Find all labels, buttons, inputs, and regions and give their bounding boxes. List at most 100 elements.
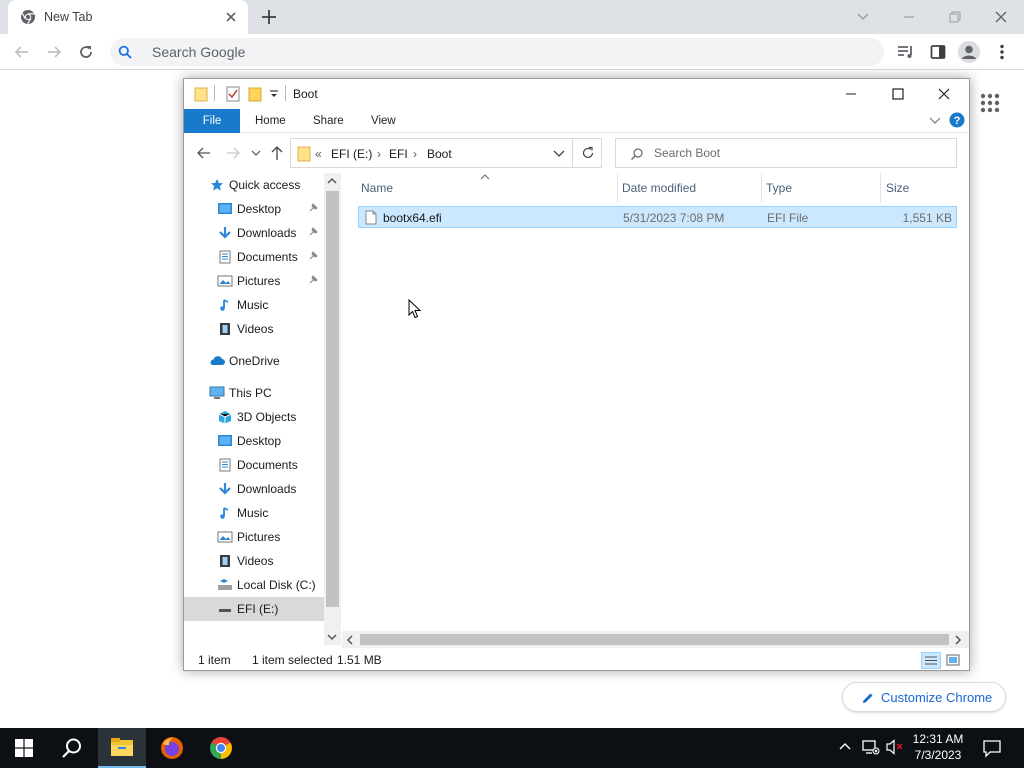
explorer-title-bar: Boot [184,79,969,109]
forward-arrow-icon[interactable] [225,145,241,161]
scroll-left-arrow-icon[interactable] [346,635,354,645]
tab-view[interactable]: View [371,109,396,133]
file-explorer-window: Boot File Home Share View ? « EFI (E:) ›… [183,78,970,671]
search-box[interactable] [615,138,957,168]
nav-qa-documents[interactable]: Documents [184,245,324,269]
pin-icon [308,275,318,285]
taskbar-file-explorer[interactable] [98,728,146,768]
omnibox-input[interactable] [152,43,752,61]
taskbar-clock[interactable]: 12:31 AM 7/3/2023 [906,731,970,763]
details-view-icon[interactable] [921,652,941,669]
close-icon[interactable] [937,87,951,101]
nav-pc-music[interactable]: Music [184,501,324,525]
nav-qa-downloads[interactable]: Downloads [184,221,324,245]
profile-avatar-icon[interactable] [957,40,981,64]
breadcrumb-efi-drive[interactable]: EFI (E:) [331,147,372,161]
nav-qa-desktop[interactable]: Desktop [184,197,324,221]
new-tab-plus-icon[interactable] [260,8,278,26]
start-button[interactable] [0,728,48,768]
tab-home[interactable]: Home [255,109,286,133]
refresh-button[interactable] [572,138,602,168]
search-icon [630,147,644,161]
scroll-right-arrow-icon[interactable] [954,635,962,645]
nav-quick-access[interactable]: Quick access [184,173,324,197]
tab-search-chevron-icon[interactable] [848,6,878,28]
nav-pc-pictures[interactable]: Pictures [184,525,324,549]
firefox-icon [160,736,184,760]
side-panel-icon[interactable] [928,42,948,62]
nav-pc-desktop[interactable]: Desktop [184,429,324,453]
nav-qa-music[interactable]: Music [184,293,324,317]
recent-locations-chevron-icon[interactable] [251,149,261,157]
large-icons-view-icon[interactable] [945,652,961,668]
show-hidden-icons-chevron-icon[interactable] [838,741,852,751]
chrome-menu-icon[interactable] [992,42,1012,62]
nav-qa-videos[interactable]: Videos [184,317,324,341]
help-icon[interactable]: ? [949,112,965,128]
network-icon[interactable] [862,739,880,755]
quick-access-dropdown-icon[interactable] [269,89,279,99]
taskbar-chrome[interactable] [197,728,245,768]
column-divider[interactable] [617,173,618,203]
restore-icon[interactable] [940,6,970,28]
properties-checkbox-icon[interactable] [226,86,240,102]
nav-onedrive[interactable]: OneDrive [184,349,324,373]
breadcrumb-efi[interactable]: EFI [389,147,408,161]
customize-chrome-button[interactable]: Customize Chrome [842,682,1006,712]
breadcrumb-boot[interactable]: Boot [427,147,452,161]
nav-pc-downloads[interactable]: Downloads [184,477,324,501]
column-divider[interactable] [880,173,881,203]
nav-pc-videos[interactable]: Videos [184,549,324,573]
google-apps-grid-icon[interactable] [980,93,1000,113]
back-arrow-icon[interactable] [12,42,32,62]
nav-this-pc[interactable]: This PC [184,381,324,405]
nav-pc-documents[interactable]: Documents [184,453,324,477]
horizontal-scroll-thumb[interactable] [360,634,949,645]
reload-icon[interactable] [76,42,96,62]
pin-icon [308,203,318,213]
file-row[interactable]: bootx64.efi 5/31/2023 7:08 PM EFI File 1… [358,206,957,228]
maximize-icon[interactable] [891,87,905,101]
back-arrow-icon[interactable] [196,145,212,161]
search-input[interactable] [654,145,934,161]
column-header-date-modified[interactable]: Date modified [622,181,696,195]
scroll-up-arrow-icon[interactable] [327,177,337,185]
nav-pc-local-disk[interactable]: Local Disk (C:) [184,573,324,597]
nav-label: This PC [229,386,272,400]
breadcrumb-separator-icon[interactable]: › [413,147,417,161]
notifications-icon[interactable] [982,738,1002,758]
sort-ascending-icon [480,174,490,180]
breadcrumb-overflow[interactable]: « [315,147,322,161]
omnibox[interactable] [110,38,884,66]
nav-pc-efi-drive[interactable]: EFI (E:) [184,597,324,621]
forward-arrow-icon[interactable] [44,42,64,62]
new-folder-icon[interactable] [248,86,262,102]
film-icon [218,322,232,336]
column-header-type[interactable]: Type [766,181,792,195]
expand-ribbon-chevron-icon[interactable] [929,117,941,125]
volume-muted-icon[interactable] [886,739,904,755]
breadcrumb-separator-icon[interactable]: › [377,147,381,161]
chrome-tab-new-tab[interactable]: New Tab [8,0,248,34]
close-window-icon[interactable] [986,6,1016,28]
minimize-icon[interactable] [894,6,924,28]
minimize-icon[interactable] [844,87,858,101]
nav-pc-3d-objects[interactable]: 3D Objects [184,405,324,429]
address-bar[interactable]: « EFI (E:) › EFI › Boot [290,138,602,168]
scroll-down-arrow-icon[interactable] [327,633,337,641]
up-arrow-icon[interactable] [270,145,284,161]
tab-file[interactable]: File [184,109,240,133]
address-dropdown-chevron-icon[interactable] [553,150,565,158]
media-queue-icon[interactable] [896,42,916,62]
tab-share[interactable]: Share [313,109,344,133]
close-tab-icon[interactable] [224,10,238,24]
search-button[interactable] [48,728,96,768]
column-header-name[interactable]: Name [361,181,393,195]
column-divider[interactable] [761,173,762,203]
nav-pane-scroll-thumb[interactable] [326,191,339,607]
taskbar-firefox[interactable] [148,728,196,768]
column-header-size[interactable]: Size [886,181,909,195]
nav-label: Downloads [237,226,297,240]
nav-qa-pictures[interactable]: Pictures [184,269,324,293]
nav-label: 3D Objects [237,410,297,424]
